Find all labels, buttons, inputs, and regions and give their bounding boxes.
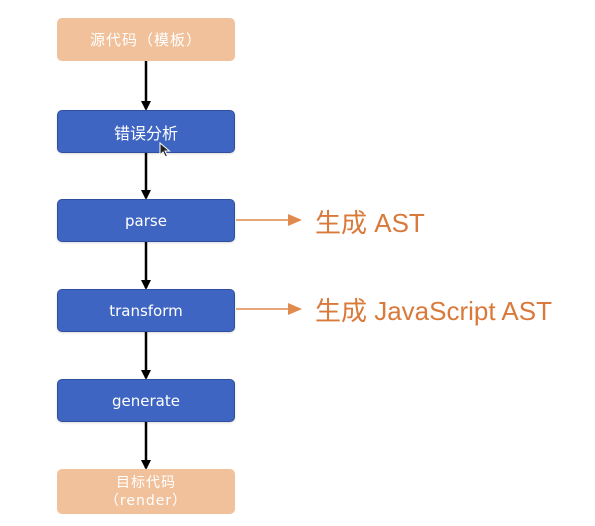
parse-label: parse xyxy=(125,211,167,230)
source-code-label: 源代码（模板） xyxy=(89,31,202,49)
error-analysis-label: 错误分析 xyxy=(113,123,178,143)
target-code-label: 目标代码 xyxy=(116,474,176,491)
transform-label: transform xyxy=(109,301,183,320)
transform-output-annotation: 生成 JavaScript AST xyxy=(315,296,552,326)
transform-node: transform xyxy=(57,289,235,332)
mouse-pointer-icon xyxy=(159,142,171,158)
error-analysis-node: 错误分析 xyxy=(57,110,235,153)
target-code-node: 目标代码 （render） xyxy=(57,469,235,514)
source-code-node: 源代码（模板） xyxy=(57,18,235,61)
generate-label: generate xyxy=(112,391,180,410)
parse-node: parse xyxy=(57,199,235,242)
flow-connectors xyxy=(141,61,302,470)
parse-output-annotation: 生成 AST xyxy=(315,208,425,238)
generate-node: generate xyxy=(57,379,235,422)
target-code-render-label: （render） xyxy=(104,492,188,509)
